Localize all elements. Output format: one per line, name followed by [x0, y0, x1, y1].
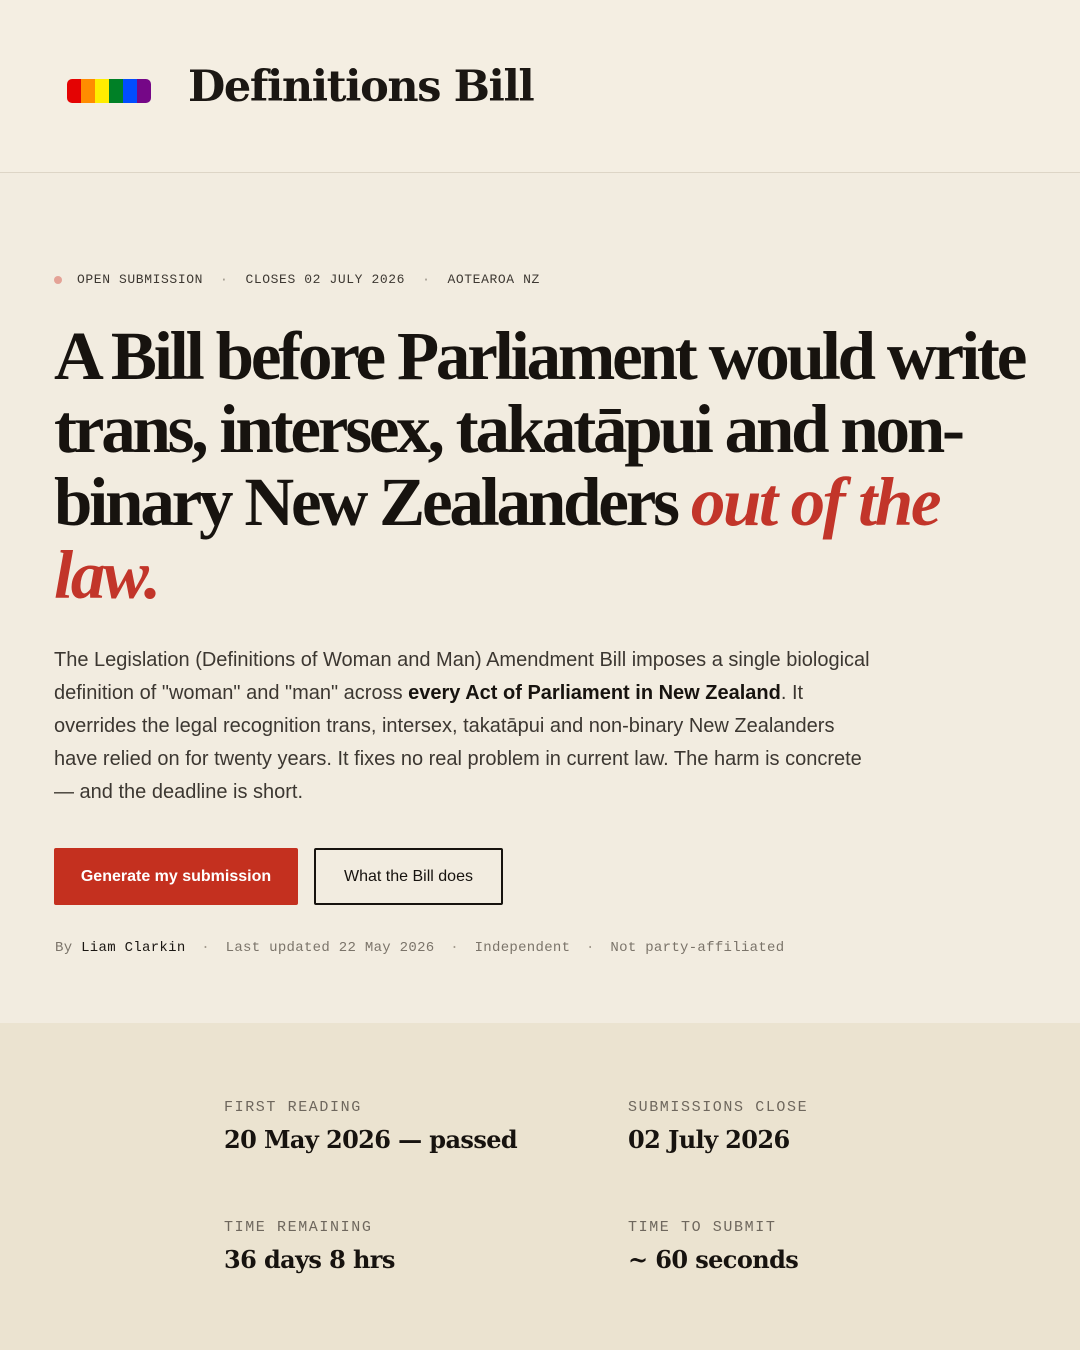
- stat-first-reading: FIRST READING 20 May 2026 — passed: [224, 1099, 518, 1154]
- flag-stripe-purple: [137, 79, 151, 103]
- status-dot-icon: [54, 275, 62, 284]
- stat-submissions-close: SUBMISSIONS CLOSE 02 July 2026: [628, 1099, 808, 1154]
- flag-stripe-blue: [123, 79, 137, 103]
- pride-flag-icon: [67, 79, 151, 103]
- cta-row: Generate my submission What the Bill doe…: [54, 848, 503, 905]
- stat-value: 20 May 2026 — passed: [224, 1125, 518, 1154]
- byline: By Liam Clarkin · Last updated 22 May 20…: [55, 940, 784, 956]
- byline-separator: ·: [450, 940, 459, 956]
- eyebrow-region: AOTEAROA NZ: [447, 272, 540, 287]
- stat-time-to-submit: TIME TO SUBMIT ~ 60 seconds: [628, 1219, 799, 1274]
- lede-emphasis: every Act of Parliament in New Zealand: [408, 682, 781, 704]
- stat-label: TIME TO SUBMIT: [628, 1219, 777, 1236]
- flag-stripe-green: [109, 79, 123, 103]
- flag-stripe-orange: [81, 79, 95, 103]
- page-title: A Bill before Parliament would write tra…: [54, 320, 1054, 612]
- stat-label: TIME REMAINING: [224, 1219, 373, 1236]
- key-dates-panel: FIRST READING 20 May 2026 — passed SUBMI…: [0, 1023, 1080, 1350]
- hero-section: OPEN SUBMISSION · CLOSES 02 JULY 2026 · …: [0, 174, 1080, 1023]
- what-the-bill-does-button[interactable]: What the Bill does: [314, 848, 503, 905]
- stat-value: 36 days 8 hrs: [224, 1245, 395, 1274]
- stat-value: ~ 60 seconds: [628, 1245, 799, 1274]
- eyebrow-closes: CLOSES 02 JULY 2026: [245, 272, 406, 287]
- byline-updated: Last updated 22 May 2026: [225, 940, 435, 956]
- byline-affiliation: Not party-affiliated: [610, 940, 785, 956]
- stat-value: 02 July 2026: [628, 1125, 790, 1154]
- byline-separator: ·: [201, 940, 210, 956]
- flag-stripe-red: [67, 79, 81, 103]
- stat-label: FIRST READING: [224, 1099, 362, 1116]
- site-header: Definitions Bill: [0, 0, 1080, 173]
- byline-independent: Independent: [474, 940, 571, 956]
- eyebrow: OPEN SUBMISSION · CLOSES 02 JULY 2026 · …: [54, 272, 540, 287]
- stat-time-remaining: TIME REMAINING 36 days 8 hrs: [224, 1219, 395, 1274]
- lede-paragraph: The Legislation (Definitions of Woman an…: [54, 644, 874, 809]
- eyebrow-separator: ·: [422, 272, 431, 287]
- byline-author: Liam Clarkin: [81, 940, 186, 956]
- generate-submission-button[interactable]: Generate my submission: [54, 848, 298, 905]
- byline-separator: ·: [586, 940, 595, 956]
- eyebrow-separator: ·: [220, 272, 229, 287]
- flag-stripe-yellow: [95, 79, 109, 103]
- stat-label: SUBMISSIONS CLOSE: [628, 1099, 809, 1116]
- eyebrow-status: OPEN SUBMISSION: [77, 272, 204, 287]
- byline-by: By: [55, 940, 73, 956]
- site-title[interactable]: Definitions Bill: [188, 62, 535, 112]
